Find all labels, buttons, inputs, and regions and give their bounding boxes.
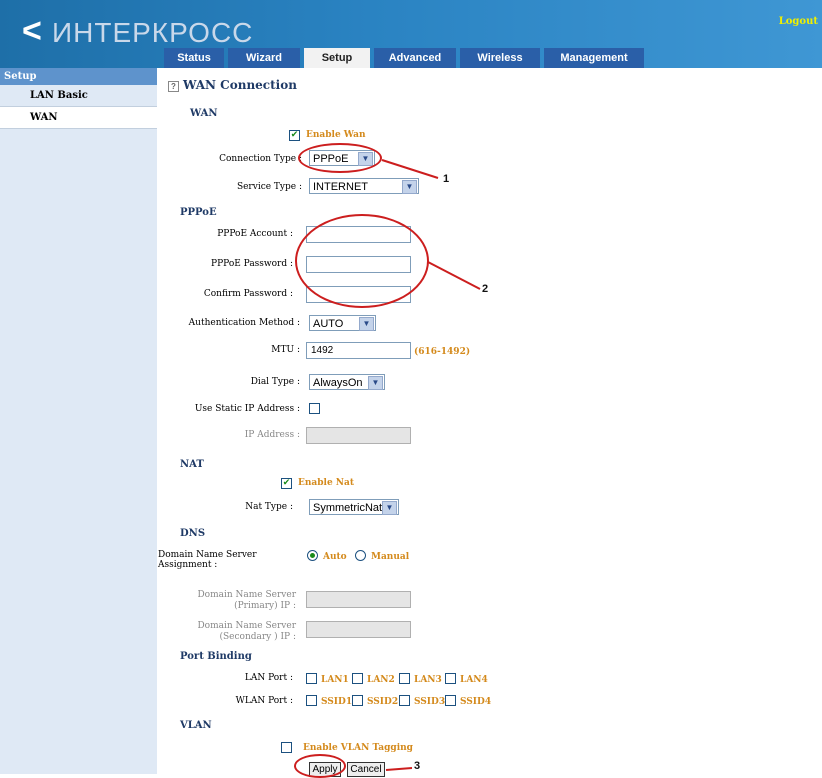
annotation-lines [381,159,481,771]
annotation-number-2: 2 [482,283,489,295]
annotation-line-2 [427,261,481,290]
annotation-number-3: 3 [414,760,421,772]
annotation-line-3 [385,767,413,771]
annotation-line-1 [381,159,439,179]
annotation-number-1: 1 [443,173,450,185]
